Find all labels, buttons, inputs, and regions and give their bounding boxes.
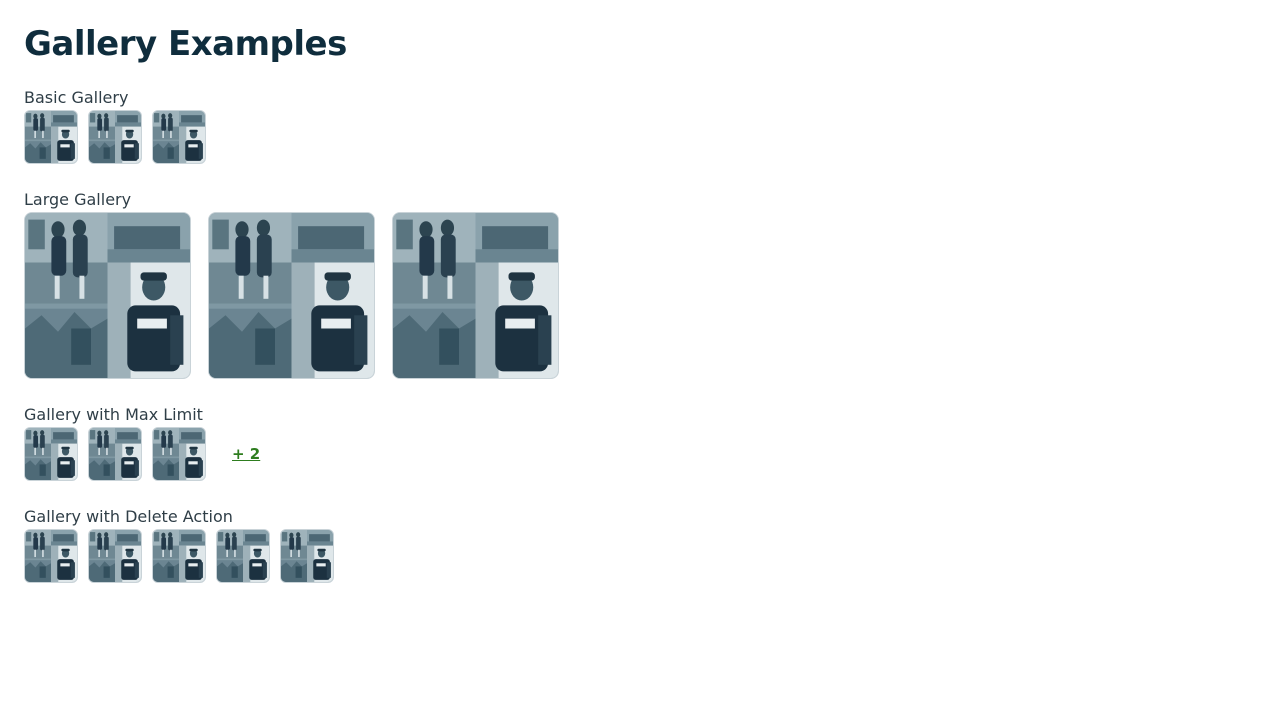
gallery-thumbnail[interactable] [88,110,142,164]
delete-action-gallery [24,529,1256,583]
large-gallery-label: Large Gallery [24,190,132,209]
gallery-image-large[interactable] [208,212,375,379]
gallery-thumbnail[interactable] [280,529,334,583]
gallery-image-large[interactable] [392,212,559,379]
delete-gallery-label: Gallery with Delete Action [24,507,233,526]
basic-gallery-label: Basic Gallery [24,88,129,107]
show-more-link[interactable]: + 2 [232,445,260,463]
gallery-thumbnail[interactable] [152,110,206,164]
basic-gallery [24,110,1256,164]
gallery-page: Gallery Examples Basic Gallery Large Gal… [0,0,1280,720]
gallery-thumbnail[interactable] [152,529,206,583]
max-limit-gallery-label: Gallery with Max Limit [24,405,203,424]
gallery-thumbnail[interactable] [152,427,206,481]
gallery-thumbnail[interactable] [24,529,78,583]
gallery-thumbnail[interactable] [24,110,78,164]
gallery-thumbnail[interactable] [24,427,78,481]
gallery-thumbnail[interactable] [88,529,142,583]
gallery-thumbnail[interactable] [88,427,142,481]
large-gallery [24,212,1256,379]
max-limit-gallery: + 2 [24,427,1256,481]
gallery-image-large[interactable] [24,212,191,379]
gallery-thumbnail[interactable] [216,529,270,583]
page-title: Gallery Examples [24,24,347,64]
